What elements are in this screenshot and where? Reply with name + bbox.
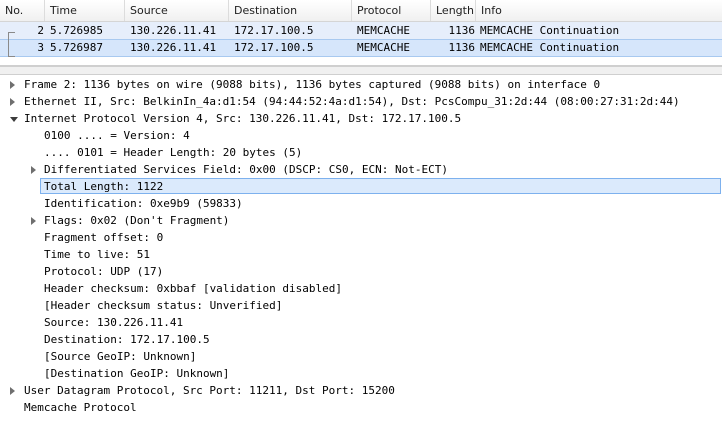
collapsed-arrow-icon[interactable] — [10, 98, 15, 106]
pane-splitter[interactable] — [0, 66, 722, 75]
column-header-no[interactable]: No. — [0, 0, 45, 21]
column-header-destination[interactable]: Destination — [229, 0, 352, 21]
tree-item[interactable]: Differentiated Services Field: 0x00 (DSC… — [0, 161, 722, 178]
packet-row-selected[interactable]: 3 5.726987 130.226.11.41 172.17.100.5 ME… — [0, 39, 722, 57]
packet-source: 130.226.11.41 — [130, 41, 217, 54]
tree-item[interactable]: Frame 2: 1136 bytes on wire (9088 bits),… — [0, 76, 722, 93]
tree-item-label: [Source GeoIP: Unknown] — [44, 350, 197, 363]
packet-info: MEMCACHE Continuation — [480, 24, 620, 37]
packet-destination: 172.17.100.5 — [234, 24, 314, 37]
tree-item[interactable]: User Datagram Protocol, Src Port: 11211,… — [0, 382, 722, 399]
packet-time: 5.726985 — [50, 24, 103, 37]
tree-item-label: User Datagram Protocol, Src Port: 11211,… — [24, 384, 395, 397]
collapsed-arrow-icon[interactable] — [31, 166, 36, 174]
packet-list-header: No. Time Source Destination Protocol Len… — [0, 0, 722, 22]
tree-item[interactable]: Identification: 0xe9b9 (59833) — [0, 195, 722, 212]
tree-item-label: [Header checksum status: Unverified] — [44, 299, 283, 312]
conversation-bracket-icon — [8, 32, 15, 50]
tree-item-label: Destination: 172.17.100.5 — [44, 333, 210, 346]
tree-item-label: Protocol: UDP (17) — [44, 265, 164, 278]
packet-destination: 172.17.100.5 — [234, 41, 314, 54]
tree-item[interactable]: Time to live: 51 — [0, 246, 722, 263]
packet-row[interactable]: 2 5.726985 130.226.11.41 172.17.100.5 ME… — [0, 22, 722, 39]
tree-item[interactable]: Header checksum: 0xbbaf [validation disa… — [0, 280, 722, 297]
packet-source: 130.226.11.41 — [130, 24, 217, 37]
packet-length: 1136 — [448, 24, 476, 37]
packet-protocol: MEMCACHE — [357, 41, 410, 54]
tree-item-label: Flags: 0x02 (Don't Fragment) — [44, 214, 230, 227]
conversation-bracket-end-icon — [8, 50, 15, 57]
tree-item[interactable]: Flags: 0x02 (Don't Fragment) — [0, 212, 722, 229]
column-header-protocol[interactable]: Protocol — [352, 0, 431, 21]
tree-item-label: Fragment offset: 0 — [44, 231, 164, 244]
expanded-arrow-icon[interactable] — [10, 117, 18, 122]
packet-list[interactable]: No. Time Source Destination Protocol Len… — [0, 0, 722, 66]
tree-item-label: .... 0101 = Header Length: 20 bytes (5) — [44, 146, 303, 159]
tree-item-label: Differentiated Services Field: 0x00 (DSC… — [44, 163, 448, 176]
packet-time: 5.726987 — [50, 41, 103, 54]
tree-item-label: Identification: 0xe9b9 (59833) — [44, 197, 243, 210]
collapsed-arrow-icon[interactable] — [10, 81, 15, 89]
tree-item-label: Time to live: 51 — [44, 248, 150, 261]
tree-item-label: 0100 .... = Version: 4 — [44, 129, 190, 142]
collapsed-arrow-icon[interactable] — [10, 387, 15, 395]
tree-item-label: Header checksum: 0xbbaf [validation disa… — [44, 282, 343, 295]
column-header-time[interactable]: Time — [45, 0, 125, 21]
packet-details-tree[interactable]: Frame 2: 1136 bytes on wire (9088 bits),… — [0, 76, 722, 424]
tree-item-label: Source: 130.226.11.41 — [44, 316, 184, 329]
packet-protocol: MEMCACHE — [357, 24, 410, 37]
tree-item-label: Internet Protocol Version 4, Src: 130.22… — [24, 112, 462, 125]
tree-item-label: [Destination GeoIP: Unknown] — [44, 367, 230, 380]
packet-no: 3 — [37, 41, 44, 54]
tree-item[interactable]: Fragment offset: 0 — [0, 229, 722, 246]
tree-item[interactable]: [Header checksum status: Unverified] — [0, 297, 722, 314]
tree-item[interactable]: Internet Protocol Version 4, Src: 130.22… — [0, 110, 722, 127]
tree-item[interactable]: Memcache Protocol — [0, 399, 722, 416]
tree-item[interactable]: Ethernet II, Src: BelkinIn_4a:d1:54 (94:… — [0, 93, 722, 110]
tree-item[interactable]: [Source GeoIP: Unknown] — [0, 348, 722, 365]
tree-item-label: Total Length: 1122 — [44, 180, 164, 193]
tree-item-label: Memcache Protocol — [24, 401, 137, 414]
column-header-info[interactable]: Info — [476, 0, 722, 21]
column-header-source[interactable]: Source — [125, 0, 229, 21]
tree-item[interactable]: Protocol: UDP (17) — [0, 263, 722, 280]
packet-length: 1136 — [448, 41, 476, 54]
tree-item[interactable]: Source: 130.226.11.41 — [0, 314, 722, 331]
tree-item-label: Frame 2: 1136 bytes on wire (9088 bits),… — [24, 78, 601, 91]
tree-item[interactable]: .... 0101 = Header Length: 20 bytes (5) — [0, 144, 722, 161]
tree-item[interactable]: Total Length: 1122 — [0, 178, 722, 195]
tree-item[interactable]: 0100 .... = Version: 4 — [0, 127, 722, 144]
tree-item-label: Ethernet II, Src: BelkinIn_4a:d1:54 (94:… — [24, 95, 680, 108]
tree-item[interactable]: Destination: 172.17.100.5 — [0, 331, 722, 348]
packet-info: MEMCACHE Continuation — [480, 41, 620, 54]
column-header-length[interactable]: Length — [431, 0, 476, 21]
collapsed-arrow-icon[interactable] — [31, 217, 36, 225]
tree-item[interactable]: [Destination GeoIP: Unknown] — [0, 365, 722, 382]
packet-no: 2 — [37, 24, 44, 37]
